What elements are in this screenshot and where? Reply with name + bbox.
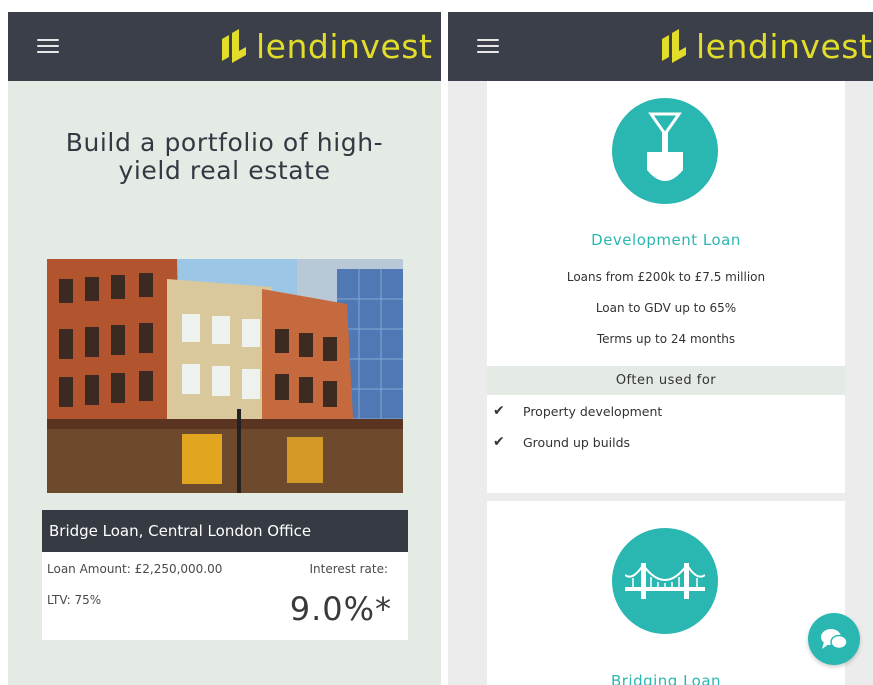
checkmark-icon: ✔ [493, 403, 505, 419]
often-used-for-header: Often used for [487, 366, 845, 395]
product-card-development-loan[interactable]: Development Loan Loans from £200k to £7.… [487, 81, 845, 493]
hamburger-icon[interactable] [477, 39, 499, 53]
product-card-bridging-loan[interactable]: Bridging Loan [487, 501, 845, 685]
loan-card-title[interactable]: Bridge Loan, Central London Office [42, 510, 408, 552]
lendinvest-mark-icon [662, 29, 686, 63]
building-photo [47, 259, 403, 493]
hamburger-icon[interactable] [37, 39, 59, 53]
page-headline: Build a portfolio of high-yield real est… [65, 128, 384, 185]
loan-amount: Loan Amount: £2,250,000.00 [47, 562, 223, 576]
product-detail-line: Loans from £200k to £7.5 million [566, 270, 766, 284]
logo-text: lendinvest [696, 26, 873, 66]
product-detail-line: Terms up to 24 months [596, 332, 736, 346]
interest-rate-label: Interest rate: [309, 562, 388, 576]
use-list-item: ✔ Property development [493, 403, 662, 419]
lendinvest-logo[interactable]: lendinvest [220, 26, 432, 66]
product-detail-line: Loan to GDV up to 65% [595, 301, 737, 315]
interest-rate-value: 9.0%* [289, 590, 392, 628]
bridge-icon [612, 528, 718, 634]
left-phone-screen: lendinvest Build a portfolio of high-yie… [8, 12, 441, 685]
lendinvest-mark-icon [222, 29, 246, 63]
product-title[interactable]: Bridging Loan [487, 672, 845, 685]
loan-card[interactable]: Loan Amount: £2,250,000.00 LTV: 75% Inte… [42, 552, 408, 640]
logo-text: lendinvest [256, 26, 433, 66]
use-list-item: ✔ Ground up builds [493, 434, 630, 450]
right-phone-screen: lendinvest Development Loan Loans from £… [448, 12, 873, 685]
chat-bubbles-icon[interactable] [808, 613, 860, 665]
checkmark-icon: ✔ [493, 434, 505, 450]
product-title[interactable]: Development Loan [487, 231, 845, 249]
header-bar: lendinvest [448, 12, 873, 81]
header-bar: lendinvest [8, 12, 441, 81]
use-item-label: Ground up builds [523, 434, 631, 450]
lendinvest-logo[interactable]: lendinvest [660, 26, 872, 66]
shovel-icon [612, 98, 718, 204]
loan-ltv: LTV: 75% [47, 593, 102, 607]
use-item-label: Property development [523, 403, 663, 419]
